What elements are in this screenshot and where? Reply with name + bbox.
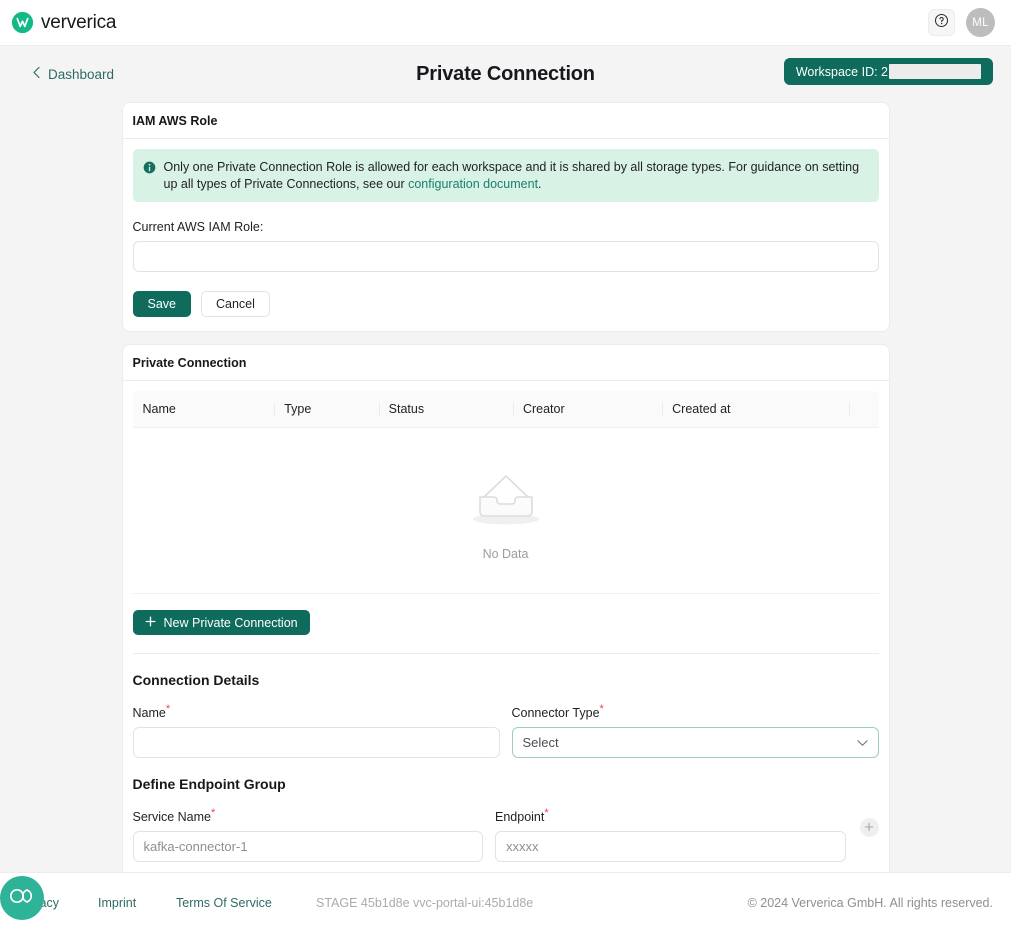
connector-type-value: Select bbox=[523, 735, 559, 750]
ververica-logo-icon bbox=[12, 12, 33, 33]
copyright-text: © 2024 Ververica GmbH. All rights reserv… bbox=[748, 896, 993, 910]
form-divider-top bbox=[133, 653, 879, 654]
add-endpoint-button[interactable] bbox=[860, 818, 879, 837]
build-info: STAGE 45b1d8e vvc-portal-ui:45b1d8e bbox=[316, 896, 533, 910]
connector-type-label: Connector Type* bbox=[512, 706, 879, 720]
question-circle-icon bbox=[934, 13, 949, 33]
connections-table-body: No Data bbox=[133, 428, 879, 594]
connections-table: Name Type Status Creator Created at bbox=[133, 391, 879, 594]
imprint-link[interactable]: Imprint bbox=[98, 896, 176, 910]
connection-details-title: Connection Details bbox=[133, 672, 879, 688]
column-header-status: Status bbox=[379, 391, 513, 428]
iam-button-row: Save Cancel bbox=[133, 291, 879, 317]
plus-icon bbox=[145, 616, 156, 630]
chevron-left-icon bbox=[32, 66, 41, 82]
define-endpoint-group-title: Define Endpoint Group bbox=[133, 776, 879, 792]
terms-of-service-link[interactable]: Terms Of Service bbox=[176, 896, 316, 910]
connections-table-head: Name Type Status Creator Created at bbox=[133, 391, 879, 428]
iam-aws-role-card: IAM AWS Role Only one Private Connection… bbox=[122, 102, 890, 332]
iam-save-button[interactable]: Save bbox=[133, 291, 192, 317]
column-header-creator: Creator bbox=[513, 391, 662, 428]
configuration-document-link[interactable]: configuration document bbox=[408, 177, 538, 191]
endpoint-label: Endpoint* bbox=[495, 810, 846, 824]
workspace-id-redacted bbox=[889, 64, 981, 79]
name-required-marker: * bbox=[166, 703, 170, 715]
info-icon bbox=[143, 161, 156, 179]
current-iam-role-label: Current AWS IAM Role: bbox=[133, 220, 879, 234]
iam-alert-text-b: . bbox=[538, 177, 541, 191]
empty-state-row: No Data bbox=[133, 428, 879, 594]
brand-logo[interactable]: ververica bbox=[12, 12, 116, 34]
connector-type-required-marker: * bbox=[600, 703, 604, 715]
column-header-type: Type bbox=[274, 391, 378, 428]
chat-bubble-icon bbox=[9, 887, 35, 910]
endpoint-field-group: Endpoint* bbox=[495, 792, 846, 862]
endpoint-input[interactable] bbox=[495, 831, 846, 862]
new-private-connection-button[interactable]: New Private Connection bbox=[133, 610, 310, 635]
back-link-label: Dashboard bbox=[48, 67, 114, 82]
brand-name: ververica bbox=[41, 12, 116, 34]
endpoint-required-marker: * bbox=[544, 807, 548, 819]
avatar[interactable]: ML bbox=[966, 8, 995, 37]
name-field-group: Name* bbox=[133, 688, 500, 758]
plus-icon bbox=[864, 820, 874, 834]
page-footer: Privacy Imprint Terms Of Service STAGE 4… bbox=[0, 872, 1011, 932]
endpoint-label-text: Endpoint bbox=[495, 810, 544, 824]
connection-details-grid: Name* Connector Type* Select bbox=[133, 688, 879, 758]
service-name-required-marker: * bbox=[211, 807, 215, 819]
name-label-text: Name bbox=[133, 706, 166, 720]
endpoint-group-grid: Service Name* Endpoint* bbox=[133, 792, 879, 862]
chevron-down-icon bbox=[857, 735, 868, 750]
name-label: Name* bbox=[133, 706, 500, 720]
empty-state-cell: No Data bbox=[133, 428, 879, 594]
back-to-dashboard-link[interactable]: Dashboard bbox=[32, 66, 114, 82]
workspace-id-button[interactable]: Workspace ID: 2 bbox=[784, 58, 993, 85]
iam-card-title: IAM AWS Role bbox=[123, 103, 889, 139]
top-navbar: ververica ML bbox=[0, 0, 1011, 46]
name-input[interactable] bbox=[133, 727, 500, 758]
private-connection-title: Private Connection bbox=[123, 345, 889, 381]
current-iam-role-input[interactable] bbox=[133, 241, 879, 272]
service-name-label: Service Name* bbox=[133, 810, 484, 824]
new-private-connection-label: New Private Connection bbox=[164, 616, 298, 630]
page-titlebar: Dashboard Private Connection Workspace I… bbox=[0, 46, 1011, 102]
footer-links: Privacy Imprint Terms Of Service STAGE 4… bbox=[18, 896, 533, 910]
table-header-row: Name Type Status Creator Created at bbox=[133, 391, 879, 428]
iam-info-alert: Only one Private Connection Role is allo… bbox=[133, 149, 879, 202]
connection-form: Connection Details Name* Connector Type*… bbox=[123, 653, 889, 872]
column-header-name: Name bbox=[133, 391, 275, 428]
iam-card-body: Only one Private Connection Role is allo… bbox=[123, 139, 889, 331]
workspace-id-label: Workspace ID: 2 bbox=[796, 65, 888, 79]
chat-widget-button[interactable] bbox=[0, 876, 44, 920]
service-name-field-group: Service Name* bbox=[133, 792, 484, 862]
iam-alert-text: Only one Private Connection Role is allo… bbox=[164, 159, 867, 192]
page-content: IAM AWS Role Only one Private Connection… bbox=[0, 102, 1011, 872]
connector-type-field-group: Connector Type* Select bbox=[512, 688, 879, 758]
private-connection-card: Private Connection Name Type Status Crea… bbox=[122, 344, 890, 872]
connector-type-label-text: Connector Type bbox=[512, 706, 600, 720]
connections-table-wrap: Name Type Status Creator Created at bbox=[123, 381, 889, 594]
help-button[interactable] bbox=[928, 9, 955, 36]
topbar-actions: ML bbox=[928, 8, 995, 37]
column-header-actions bbox=[849, 391, 879, 428]
connector-type-select[interactable]: Select bbox=[512, 727, 879, 758]
empty-inbox-icon bbox=[466, 517, 546, 534]
service-name-label-text: Service Name bbox=[133, 810, 212, 824]
empty-state-label: No Data bbox=[133, 547, 879, 561]
iam-cancel-button[interactable]: Cancel bbox=[201, 291, 270, 317]
column-header-created-at: Created at bbox=[662, 391, 849, 428]
service-name-input[interactable] bbox=[133, 831, 484, 862]
app-root: ververica ML Dashboard bbox=[0, 0, 1011, 932]
